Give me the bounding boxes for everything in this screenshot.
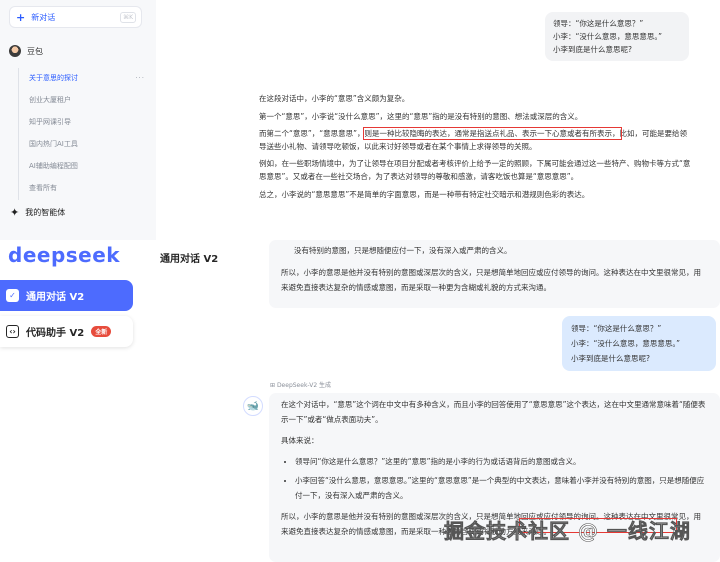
history-list: 关于意思的探讨 ··· 创业大厦租户 知乎网课引导 国内热门AI工具 AI辅助编…	[18, 68, 147, 200]
doubao-answer: 在这段对话中，小李的“意思”含义颇为复杂。 第一个“意思”，小李说“没什么意思”…	[259, 93, 694, 206]
nav-label: 通用对话 V2	[26, 292, 85, 303]
answer-paragraph: 在这个对话中，“意思”这个词在中文中有多种含义，而且小李的回答使用了“意思意思”…	[281, 400, 706, 424]
code-icon: ‹›	[6, 325, 19, 338]
answer-paragraph: 在这段对话中，小李的“意思”含义颇为复杂。	[259, 94, 410, 103]
history-item-label: 创业大厦租户	[29, 96, 71, 104]
previous-answer: 没有特别的意图，只是想随便应付一下，没有深入或严肃的含义。 所以，小李的意思是他…	[269, 240, 720, 308]
answer-paragraph: 所以，小李的意思是他并没有特别的意图或深层次的含义，只是想简单地回应或应付领导的…	[281, 268, 701, 292]
answer-heading: 具体来说：	[281, 436, 319, 445]
question-line: 小李到底是什么意思呢?	[571, 354, 650, 363]
history-item-label: AI辅助编程配图	[29, 162, 78, 170]
question-line: 小李：“没什么意思，意思意思。”	[571, 339, 681, 348]
view-all-label: 查看所有	[29, 184, 57, 192]
history-item[interactable]: 知乎网课引导	[29, 112, 147, 134]
history-item[interactable]: 关于意思的探讨 ···	[29, 68, 147, 90]
answer-paragraph: 而第二个“意思”，“意思意思”，则是一种比较隐晦的表达，通常是指送点礼品、表示一…	[259, 127, 694, 153]
my-agents-link[interactable]: ✦ 我的智能体	[10, 206, 65, 219]
question-line: 领导：“你这是什么意思？”	[571, 324, 662, 333]
question-line: 小李到底是什么意思呢?	[553, 45, 632, 54]
deepseek-whale-icon: 🐋	[243, 396, 263, 416]
history-item-label: 知乎网课引导	[29, 118, 71, 126]
more-icon[interactable]: ···	[135, 68, 145, 88]
list-item: 小李回答“没什么意思，意思意思。”这里的“意思意思”是一个典型的中文表达，意味着…	[295, 473, 708, 503]
history-item-label: 关于意思的探讨	[29, 74, 78, 82]
nav-code-assistant[interactable]: ‹› 代码助手 V2 全新	[0, 316, 133, 347]
nav-general-chat[interactable]: ✓ 通用对话 V2	[0, 280, 133, 311]
avatar	[9, 45, 21, 57]
user-question-bubble: 领导：“你这是什么意思？” 小李：“没什么意思，意思意思。” 小李到底是什么意思…	[545, 12, 689, 61]
answer-paragraph: 例如，在一些职场情境中，为了让领导在项目分配或者考核评价上给予一定的照顾，下属可…	[259, 159, 691, 181]
sparkle-icon: ✦	[10, 206, 20, 219]
history-item[interactable]: AI辅助编程配图	[29, 156, 147, 178]
new-chat-label: 新对话	[31, 12, 56, 22]
question-line: 小李：“没什么意思，意思意思。”	[553, 32, 663, 41]
my-agents-label: 我的智能体	[25, 208, 66, 217]
answer-paragraph: 没有特别的意图，只是想随便应付一下，没有深入或严肃的含义。	[294, 246, 512, 255]
history-item[interactable]: 国内热门AI工具	[29, 134, 147, 156]
page-title: 通用对话 V2	[160, 254, 219, 265]
new-badge: 全新	[91, 326, 112, 337]
model-label: ⊞ DeepSeek-V2 生成	[270, 382, 332, 389]
history-item-label: 国内热门AI工具	[29, 140, 78, 148]
new-chat-button[interactable]: + 新对话 ⌘K	[9, 6, 142, 28]
nav-label: 代码助手 V2	[26, 328, 85, 339]
answer-list: 领导问“你这是什么意思？”这里的“意思”指的是小李的行为或话语背后的意图或含义。…	[281, 454, 708, 503]
answer-text: 而第二个“意思”，“意思意思”，	[259, 129, 365, 139]
model-label-text: DeepSeek-V2 生成	[276, 382, 332, 389]
answer-paragraph: 总之，小李说的“意思意思”不是简单的字面意思，而是一种带有特定社交暗示和潜规则色…	[259, 189, 590, 199]
plus-icon: +	[16, 10, 26, 24]
watermark: 掘金技术社区 @ 一线江湖	[444, 519, 691, 544]
list-item: 领导问“你这是什么意思？”这里的“意思”指的是小李的行为或话语背后的意图或含义。	[295, 454, 708, 469]
user-question-bubble: 领导：“你这是什么意思？” 小李：“没什么意思，意思意思。” 小李到底是什么意思…	[562, 316, 716, 371]
highlighted-text: 则是一种比较隐晦的表达，通常是指送点礼品、表示一下心意或者有所表示，	[362, 127, 622, 141]
chat-icon: ✓	[6, 289, 19, 302]
history-item[interactable]: 创业大厦租户	[29, 90, 147, 112]
user-name: 豆包	[27, 46, 43, 56]
doubao-sidebar: + 新对话 ⌘K 豆包 关于意思的探讨 ··· 创业大厦租户 知乎网课引导 国内…	[0, 0, 156, 240]
view-all-link[interactable]: 查看所有	[29, 178, 147, 200]
user-profile[interactable]: 豆包	[9, 45, 43, 57]
shortcut-hint: ⌘K	[120, 12, 136, 23]
deepseek-logo: deepseek	[8, 243, 121, 267]
question-line: 领导：“你这是什么意思？”	[553, 19, 644, 28]
answer-paragraph: 第一个“意思”，小李说“没什么意思”，这里的“意思”指的是没有特别的意图、想法或…	[259, 111, 583, 121]
